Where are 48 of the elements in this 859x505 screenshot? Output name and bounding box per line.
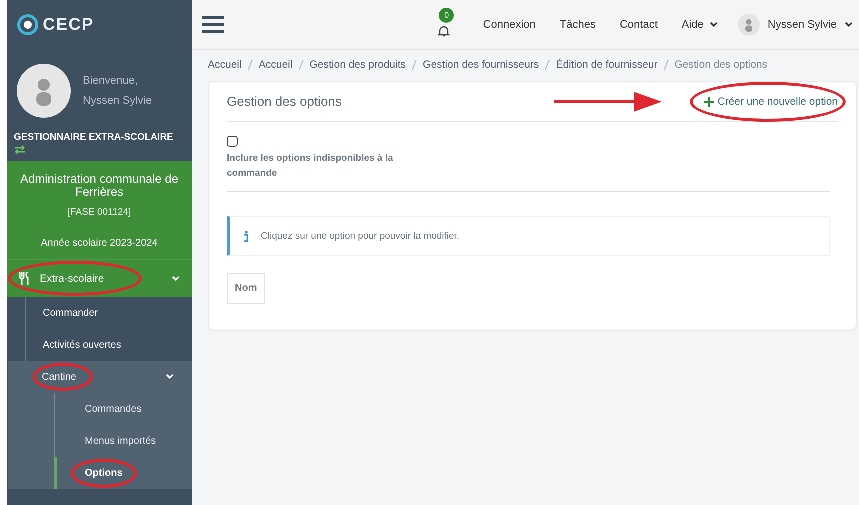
column-header[interactable]: Nom bbox=[228, 274, 265, 304]
plus-icon bbox=[704, 96, 714, 106]
user-name: Nyssen Sylvie bbox=[83, 95, 152, 107]
role-label: GESTIONNAIRE EXTRA-SCOLAIRE bbox=[14, 132, 174, 143]
breadcrumb-link[interactable]: Gestion des fournisseurs bbox=[423, 59, 540, 71]
menu-icon[interactable] bbox=[202, 16, 224, 34]
breadcrumb-link[interactable]: Accueil bbox=[208, 59, 242, 71]
cutlery-icon bbox=[19, 272, 30, 285]
menu-item[interactable]: Extra-scolaire bbox=[7, 259, 192, 297]
slash-separator-icon bbox=[248, 60, 253, 70]
menu-item[interactable]: Menus importés bbox=[55, 425, 192, 457]
nav-link[interactable]: Aide bbox=[682, 18, 718, 30]
breadcrumb-link[interactable]: Édition de fournisseur bbox=[556, 59, 658, 71]
info-icon bbox=[244, 230, 249, 242]
notification-count: 0 bbox=[439, 8, 454, 22]
breadcrumb-link[interactable]: Gestion des produits bbox=[310, 59, 406, 71]
logo-icon bbox=[17, 14, 39, 36]
breadcrumb-link[interactable]: Gestion des options bbox=[674, 59, 768, 71]
bell-icon bbox=[438, 24, 450, 38]
checkbox-label: Inclure les options indisponibles à la commande bbox=[227, 152, 394, 181]
organization-code: [FASE 001124] bbox=[68, 207, 132, 218]
slash-separator-icon bbox=[298, 60, 304, 70]
greeting-text: Bienvenue, bbox=[83, 75, 140, 87]
user-menu[interactable]: Nyssen Sylvie bbox=[768, 18, 837, 30]
slash-separator-icon bbox=[664, 60, 669, 70]
card-title: Gestion des options bbox=[227, 94, 343, 109]
menu-item[interactable]: Commander bbox=[26, 297, 192, 329]
nav-link[interactable]: Connexion bbox=[483, 18, 536, 30]
nav-link[interactable]: Contact bbox=[620, 18, 658, 30]
slash-separator-icon bbox=[412, 60, 418, 70]
logo-text: CECP bbox=[43, 15, 94, 35]
create-option-link[interactable]: Créer une nouvelle option bbox=[704, 96, 838, 108]
swap-icon[interactable] bbox=[14, 145, 26, 155]
nav-link[interactable]: Tâches bbox=[560, 18, 596, 30]
slash-separator-icon bbox=[545, 60, 550, 70]
info-text: Cliquez sur une option pour pouvoir la modifier. bbox=[261, 230, 460, 242]
breadcrumb-link[interactable]: Accueil bbox=[258, 59, 293, 71]
chevron-down-icon bbox=[845, 22, 853, 28]
school-year: Année scolaire 2023-2024 bbox=[41, 237, 158, 251]
notification-button[interactable]: 0 bbox=[431, 8, 458, 42]
checkbox[interactable] bbox=[227, 136, 238, 147]
chevron-down-icon bbox=[710, 22, 718, 28]
chevron-down-icon bbox=[172, 276, 180, 282]
user-avatar[interactable] bbox=[738, 14, 760, 36]
menu-item[interactable]: Commandes bbox=[55, 393, 192, 425]
menu-item[interactable]: Cantine bbox=[25, 361, 192, 393]
organization-name: Administration communale de Ferrières bbox=[19, 173, 180, 199]
menu-item[interactable]: Activités ouvertes bbox=[26, 329, 192, 361]
